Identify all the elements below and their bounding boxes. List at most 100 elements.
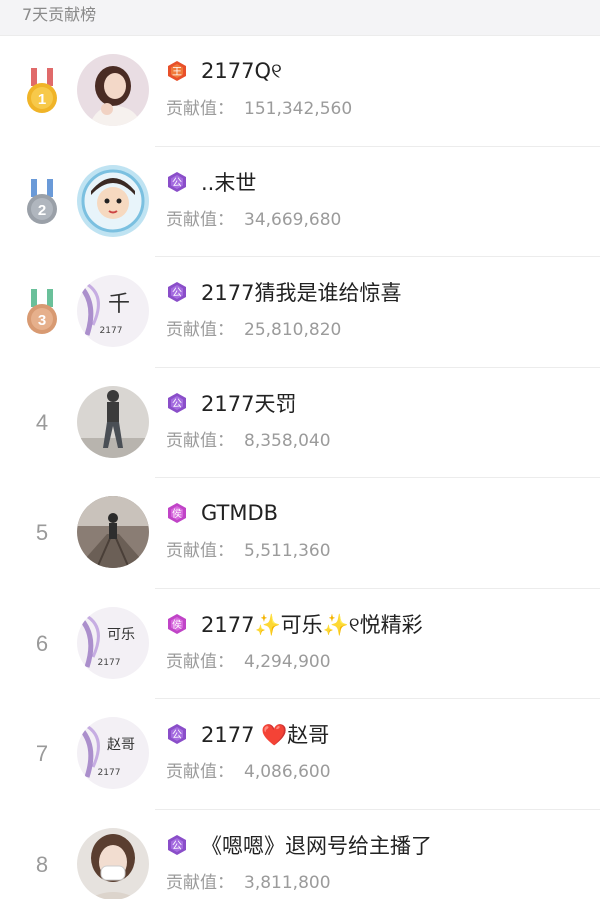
svg-text:公: 公	[172, 178, 182, 189]
avatar[interactable]: 千 2177	[77, 275, 149, 347]
silver-medal-icon: 2	[27, 178, 57, 224]
contribution-value: 4,086,600	[244, 762, 331, 782]
rank-cell: 5	[18, 478, 66, 589]
user-info: 王 2177Q୧ 贡献值： 151,342,560	[166, 56, 590, 120]
leaderboard-row[interactable]: 2 公 ..末世 贡献值： 34,669,680	[0, 147, 600, 258]
username[interactable]: 《嗯嗯》退网号给主播了	[201, 830, 432, 860]
username[interactable]: ..末世	[201, 167, 256, 197]
contribution-value: 151,342,560	[244, 99, 353, 119]
leaderboard-list: 1 王 2177Q୧ 贡献值： 151,342,560 2 公 ..末世 贡献值…	[0, 36, 600, 899]
contribution: 贡献值： 34,669,680	[166, 205, 590, 230]
avatar[interactable]	[77, 54, 149, 126]
duke-badge-icon: 公	[168, 392, 186, 413]
marquis-badge-icon: 侯	[168, 503, 186, 523]
duke-badge-icon: 公	[168, 834, 186, 855]
contribution: 贡献值： 4,294,900	[166, 647, 590, 672]
leaderboard-row[interactable]: 4 公 2177天罚 贡献值： 8,358,040	[0, 368, 600, 479]
contribution-value: 3,811,800	[244, 872, 331, 893]
username[interactable]: 2177Q୧	[201, 59, 282, 84]
svg-text:公: 公	[172, 399, 182, 410]
rank-number: 8	[35, 851, 49, 877]
svg-text:2: 2	[38, 202, 46, 219]
svg-text:公: 公	[172, 730, 182, 741]
contribution-label: 贡献值：	[166, 320, 234, 340]
svg-text:2177: 2177	[100, 326, 123, 336]
avatar[interactable]	[77, 827, 149, 899]
svg-text:公: 公	[172, 288, 182, 299]
user-info: 侯 2177✨可乐✨୧悦精彩 贡献值： 4,294,900	[166, 609, 590, 672]
avatar[interactable]: 可乐 2177	[77, 606, 149, 679]
username[interactable]: 2177✨可乐✨୧悦精彩	[201, 609, 423, 639]
bronze-medal-icon: 3	[27, 289, 57, 335]
svg-text:可乐: 可乐	[107, 627, 135, 643]
svg-text:侯: 侯	[172, 618, 182, 631]
username[interactable]: 2177猜我是谁给惊喜	[201, 277, 401, 307]
gold-medal-icon: 1	[27, 68, 57, 114]
duke-badge-icon: 公	[168, 171, 186, 192]
avatar[interactable]	[77, 164, 149, 237]
rank-cell: 7	[18, 699, 66, 810]
user-info: 公 2177猜我是谁给惊喜 贡献值： 25,810,820	[166, 277, 590, 340]
contribution: 贡献值： 4,086,600	[166, 757, 590, 782]
leaderboard-row[interactable]: 1 王 2177Q୧ 贡献值： 151,342,560	[0, 36, 600, 147]
contribution-value: 5,511,360	[244, 541, 331, 561]
contribution-label: 贡献值：	[166, 430, 234, 451]
contribution-label: 贡献值：	[166, 651, 234, 672]
contribution: 贡献值： 25,810,820	[166, 315, 590, 340]
leaderboard-row[interactable]: 3 千 2177 公 2177猜我是谁给惊喜 贡献值： 25,810,820	[0, 257, 600, 368]
duke-badge-icon: 公	[168, 724, 186, 744]
contribution-value: 8,358,040	[244, 430, 331, 451]
user-info: 公 ..末世 贡献值： 34,669,680	[166, 167, 590, 230]
leaderboard-row[interactable]: 8 公 《嗯嗯》退网号给主播了 贡献值： 3,811,800	[0, 810, 600, 899]
duke-badge-icon: 公	[168, 282, 186, 302]
avatar[interactable]	[77, 496, 149, 568]
svg-text:公: 公	[172, 841, 182, 852]
svg-text:千: 千	[108, 292, 130, 317]
rank-number: 4	[35, 409, 49, 435]
contribution-value: 34,669,680	[244, 209, 342, 230]
username[interactable]: 2177天罚	[201, 388, 296, 418]
contribution-label: 贡献值：	[166, 762, 234, 782]
rank-number: 7	[35, 741, 49, 767]
contribution: 贡献值： 5,511,360	[166, 536, 590, 561]
rank-number: 6	[35, 630, 49, 656]
contribution-label: 贡献值：	[166, 99, 234, 119]
user-info: 公 《嗯嗯》退网号给主播了 贡献值： 3,811,800	[166, 830, 590, 893]
rank-cell: 1	[18, 36, 66, 147]
username[interactable]: 2177 ❤️赵哥	[201, 719, 329, 749]
username[interactable]: GTMDB	[201, 501, 278, 525]
avatar[interactable]: 赵哥 2177	[77, 717, 149, 789]
user-info: 公 2177天罚 贡献值： 8,358,040	[166, 388, 590, 451]
contribution: 贡献值： 151,342,560	[166, 94, 590, 119]
avatar[interactable]	[77, 385, 149, 458]
rank-cell: 3	[18, 257, 66, 368]
contribution: 贡献值： 3,811,800	[166, 868, 590, 893]
leaderboard-title: 7天贡献榜	[22, 5, 97, 24]
rank-cell: 8	[18, 810, 66, 899]
svg-text:王: 王	[172, 67, 182, 78]
leaderboard-header: 7天贡献榜	[0, 0, 600, 36]
contribution-label: 贡献值：	[166, 872, 234, 893]
user-info: 公 2177 ❤️赵哥 贡献值： 4,086,600	[166, 719, 590, 782]
contribution-value: 25,810,820	[244, 320, 342, 340]
contribution-value: 4,294,900	[244, 651, 331, 672]
leaderboard-row[interactable]: 7 赵哥 2177 公 2177 ❤️赵哥 贡献值： 4,086,600	[0, 699, 600, 810]
king-badge-icon: 王	[168, 61, 186, 81]
rank-cell: 6	[18, 589, 66, 700]
rank-cell: 2	[18, 147, 66, 258]
leaderboard-row[interactable]: 5 侯 GTMDB 贡献值： 5,511,360	[0, 478, 600, 589]
rank-cell: 4	[18, 368, 66, 479]
contribution-label: 贡献值：	[166, 209, 234, 230]
svg-text:2177: 2177	[98, 768, 121, 778]
user-info: 侯 GTMDB 贡献值： 5,511,360	[166, 498, 590, 561]
contribution: 贡献值： 8,358,040	[166, 426, 590, 451]
svg-text:赵哥: 赵哥	[107, 737, 135, 753]
rank-number: 5	[35, 520, 49, 546]
marquis-badge-icon: 侯	[168, 613, 186, 634]
contribution-label: 贡献值：	[166, 541, 234, 561]
svg-text:2177: 2177	[98, 658, 121, 668]
svg-text:侯: 侯	[172, 507, 182, 520]
leaderboard-row[interactable]: 6 可乐 2177 侯 2177✨可乐✨୧悦精彩 贡献值： 4,294,900	[0, 589, 600, 700]
svg-text:1: 1	[38, 91, 46, 108]
svg-text:3: 3	[38, 312, 46, 329]
